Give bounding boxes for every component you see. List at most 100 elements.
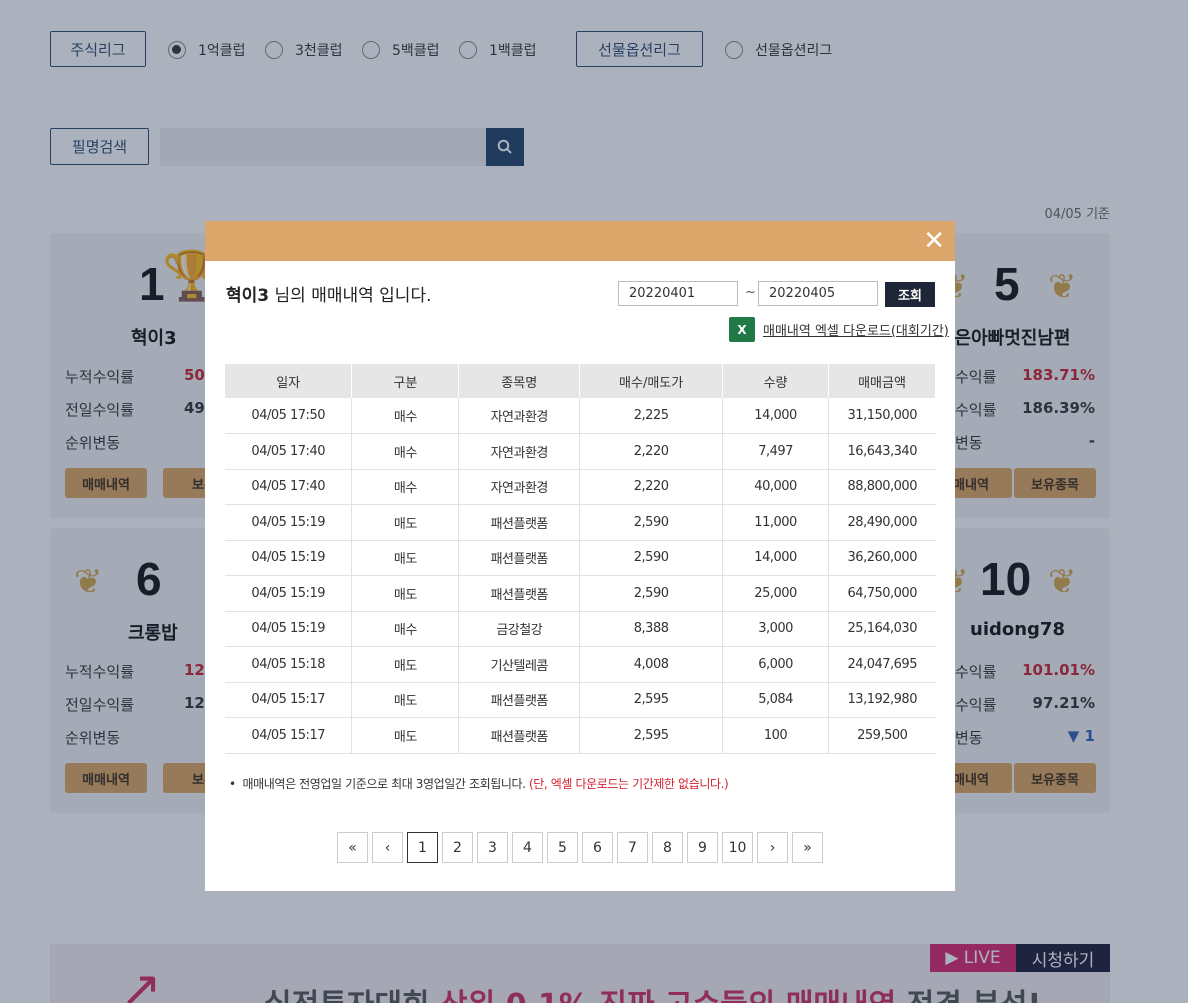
type-cell: 매수 [351,398,460,434]
page-button[interactable]: 2 [442,832,473,863]
price-cell: 2,220 [579,469,724,505]
quantity-cell: 5,084 [722,682,830,718]
date-to-input[interactable]: 20220405 [758,281,878,306]
notice-text: 매매내역은 전영업일 기준으로 최대 3영업일간 조회됩니다. [242,777,530,791]
date-cell: 04/05 17:40 [225,433,353,470]
excel-download-link[interactable]: X 매매내역 엑셀 다운로드(대회기간) [729,317,949,342]
table-header-row: 일자 구분 종목명 매수/매도가 수량 매매금액 [225,364,936,398]
stock-name-cell: 자연과환경 [458,433,581,470]
notice-red-text: (단, 엑셀 다운로드는 기간제한 없습니다.) [529,777,729,791]
date-cell: 04/05 15:17 [225,682,353,718]
excel-link-label: 매매내역 엑셀 다운로드(대회기간) [763,324,949,339]
column-header: 일자 [225,364,353,398]
table-row: 04/05 17:40 매수 자연과환경 2,220 40,000 88,800,000 [225,469,936,505]
date-cell: 04/05 15:19 [225,504,353,541]
table-row: 04/05 15:18 매도 기산텔레콤 4,008 6,000 24,047,695 [225,646,936,683]
page-button-current[interactable]: 1 [407,832,438,863]
stock-name-cell: 자연과환경 [458,398,581,434]
stock-name-cell: 금강철강 [458,611,581,647]
notice: • 매매내역은 전영업일 기준으로 최대 3영업일간 조회됩니다. (단, 엑셀… [229,775,729,792]
date-cell: 04/05 15:18 [225,646,353,683]
type-cell: 매수 [351,611,460,647]
stock-name-cell: 패션플랫폼 [458,540,581,576]
price-cell: 2,595 [579,682,724,718]
table-row: 04/05 15:19 매도 패션플랫폼 2,590 25,000 64,750,000 [225,575,936,612]
stock-name-cell: 기산텔레콤 [458,646,581,683]
query-button[interactable]: 조회 [885,282,935,307]
amount-cell: 25,164,030 [828,611,936,647]
stock-name-cell: 자연과환경 [458,469,581,505]
column-header: 구분 [351,364,460,398]
page-button[interactable]: 4 [512,832,543,863]
date-cell: 04/05 15:17 [225,717,353,754]
price-cell: 2,225 [579,398,724,434]
column-header: 수량 [722,364,830,398]
bullet: • [229,777,243,791]
close-icon[interactable]: ✕ [923,227,945,255]
page-button[interactable]: 10 [722,832,753,863]
amount-cell: 88,800,000 [828,469,936,505]
quantity-cell: 11,000 [722,504,830,541]
stock-name-cell: 패션플랫폼 [458,504,581,541]
quantity-cell: 6,000 [722,646,830,683]
prev-page-button[interactable]: ‹ [372,832,403,863]
table-row: 04/05 17:50 매수 자연과환경 2,225 14,000 31,150,000 [225,398,936,434]
modal-title: 혁이3 님의 매매내역 입니다. [226,281,431,306]
amount-cell: 31,150,000 [828,398,936,434]
type-cell: 매도 [351,717,460,754]
amount-cell: 13,192,980 [828,682,936,718]
date-cell: 04/05 15:19 [225,540,353,576]
price-cell: 2,590 [579,575,724,612]
amount-cell: 259,500 [828,717,936,754]
table-row: 04/05 15:19 매수 금강철강 8,388 3,000 25,164,030 [225,611,936,647]
amount-cell: 28,490,000 [828,504,936,541]
price-cell: 2,595 [579,717,724,754]
first-page-button[interactable]: « [337,832,368,863]
type-cell: 매도 [351,504,460,541]
table-row: 04/05 17:40 매수 자연과환경 2,220 7,497 16,643,340 [225,433,936,470]
page-button[interactable]: 9 [687,832,718,863]
type-cell: 매수 [351,433,460,470]
table-row: 04/05 15:19 매도 패션플랫폼 2,590 11,000 28,490,000 [225,504,936,541]
table-row: 04/05 15:19 매도 패션플랫폼 2,590 14,000 36,260,000 [225,540,936,576]
amount-cell: 64,750,000 [828,575,936,612]
page-button[interactable]: 5 [547,832,578,863]
date-cell: 04/05 17:40 [225,469,353,505]
page-button[interactable]: 6 [582,832,613,863]
quantity-cell: 14,000 [722,540,830,576]
next-page-button[interactable]: › [757,832,788,863]
quantity-cell: 7,497 [722,433,830,470]
column-header: 매수/매도가 [579,364,724,398]
type-cell: 매도 [351,575,460,612]
stock-name-cell: 패션플랫폼 [458,682,581,718]
page-button[interactable]: 8 [652,832,683,863]
type-cell: 매도 [351,682,460,718]
quantity-cell: 14,000 [722,398,830,434]
date-cell: 04/05 15:19 [225,575,353,612]
amount-cell: 24,047,695 [828,646,936,683]
last-page-button[interactable]: » [792,832,823,863]
excel-icon: X [729,317,755,342]
column-header: 매매금액 [828,364,936,398]
date-cell: 04/05 15:19 [225,611,353,647]
quantity-cell: 40,000 [722,469,830,505]
price-cell: 8,388 [579,611,724,647]
type-cell: 매도 [351,646,460,683]
date-from-input[interactable]: 20220401 [618,281,738,306]
page-button[interactable]: 3 [477,832,508,863]
date-separator: ~ [745,285,756,300]
table-row: 04/05 15:17 매도 패션플랫폼 2,595 100 259,500 [225,717,936,754]
amount-cell: 36,260,000 [828,540,936,576]
table-row: 04/05 15:17 매도 패션플랫폼 2,595 5,084 13,192,980 [225,682,936,718]
type-cell: 매도 [351,540,460,576]
price-cell: 4,008 [579,646,724,683]
quantity-cell: 25,000 [722,575,830,612]
page-button[interactable]: 7 [617,832,648,863]
modal-user: 혁이3 [226,286,270,306]
column-header: 종목명 [458,364,581,398]
trade-history-modal: ✕ 혁이3 님의 매매내역 입니다. 20220401 ~ 20220405 조… [205,221,955,891]
stock-name-cell: 패션플랫폼 [458,717,581,754]
table-body: 04/05 17:50 매수 자연과환경 2,225 14,000 31,150,000 0… [225,398,936,754]
modal-header: ✕ [205,221,955,261]
trade-table: 일자 구분 종목명 매수/매도가 수량 매매금액 04/05 17:50 매수 자연… [225,364,936,754]
